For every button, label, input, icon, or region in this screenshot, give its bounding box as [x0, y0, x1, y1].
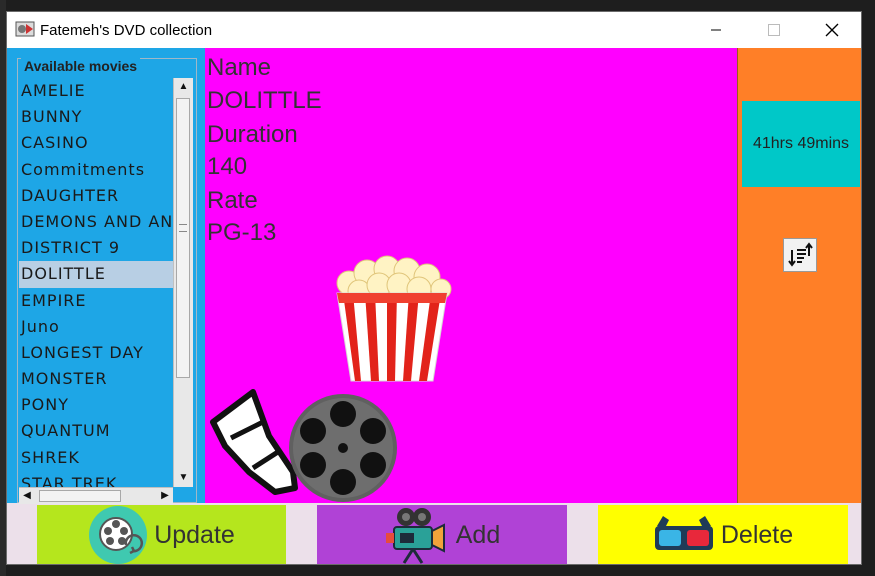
minimize-icon	[711, 29, 721, 31]
sort-icon	[788, 242, 813, 267]
list-item[interactable]: CASINO	[19, 130, 173, 156]
film-reel-refresh-icon	[89, 506, 148, 564]
list-item[interactable]: SHREK	[19, 445, 173, 471]
vertical-scrollbar[interactable]: ▲ ▼	[173, 78, 193, 487]
list-item[interactable]: DISTRICT 9	[19, 235, 173, 261]
total-duration-box: 41hrs 49mins	[742, 101, 860, 187]
list-item[interactable]: AMELIE	[19, 78, 173, 104]
list-item[interactable]: DEMONS AND ANG	[19, 209, 173, 235]
scroll-up-icon[interactable]: ▲	[174, 78, 193, 96]
duration-value: 140	[207, 153, 248, 180]
add-label: Add	[455, 520, 501, 549]
movie-list-panel: Available movies AMELIE BUNNY CASINO Commit…	[7, 48, 205, 504]
list-item[interactable]: Commitments	[19, 157, 173, 183]
list-item[interactable]: STAR TREK	[19, 471, 173, 487]
delete-button[interactable]: Delete	[598, 505, 848, 564]
list-item[interactable]: BUNNY	[19, 104, 173, 130]
total-duration-text: 41hrs 49mins	[752, 135, 850, 152]
content-area: Available movies AMELIE BUNNY CASINO Commit…	[7, 48, 861, 564]
close-icon	[825, 23, 839, 37]
name-value: DOLITTLE	[207, 87, 322, 114]
update-button[interactable]: Update	[37, 505, 286, 564]
scroll-left-icon[interactable]: ◀	[19, 488, 35, 504]
add-button[interactable]: Add	[317, 505, 567, 564]
scroll-down-icon[interactable]: ▼	[174, 469, 193, 487]
name-label: Name	[207, 54, 272, 81]
film-reel-icon	[210, 389, 397, 502]
title-bar[interactable]: Fatemeh's DVD collection	[7, 12, 861, 48]
list-item[interactable]: Juno	[19, 314, 173, 340]
list-item[interactable]: DOLITTLE	[19, 261, 173, 288]
window-title: Fatemeh's DVD collection	[40, 22, 213, 39]
list-item[interactable]: MONSTER	[19, 366, 173, 392]
update-label: Update	[154, 520, 235, 549]
scroll-right-icon[interactable]: ▶	[157, 488, 173, 504]
list-item[interactable]: PONY	[19, 392, 173, 418]
list-item[interactable]: DAUGHTER	[19, 183, 173, 209]
list-item[interactable]: QUANTUM	[19, 418, 173, 444]
vertical-scroll-thumb[interactable]	[176, 98, 190, 378]
minimize-button[interactable]	[687, 12, 745, 48]
popcorn-icon	[336, 255, 452, 382]
duration-label: Duration	[207, 121, 298, 148]
dvd-app-icon	[15, 21, 35, 37]
horizontal-scrollbar[interactable]: ◀ ▶	[19, 487, 173, 504]
maximize-icon	[768, 24, 780, 36]
list-item[interactable]: EMPIRE	[19, 288, 173, 314]
maximize-button[interactable]	[745, 12, 803, 48]
delete-label: Delete	[720, 520, 794, 549]
rate-label: Rate	[207, 187, 258, 214]
list-caption: Available movies	[21, 58, 141, 74]
movie-camera-icon	[385, 508, 445, 564]
rate-value: PG-13	[207, 219, 277, 246]
movie-list[interactable]: AMELIE BUNNY CASINO Commitments DAUGHTER DEMO…	[19, 78, 173, 487]
app-window: Fatemeh's DVD collection Available movie…	[6, 11, 862, 565]
sort-button[interactable]	[783, 238, 817, 272]
list-item[interactable]: LONGEST DAY	[19, 340, 173, 366]
close-button[interactable]	[803, 12, 861, 48]
horizontal-scroll-thumb[interactable]	[39, 490, 121, 502]
movie-details-panel: Name DOLITTLE Duration 140 Rate PG-13	[205, 48, 737, 503]
3d-glasses-icon	[654, 516, 713, 550]
summary-panel: 41hrs 49mins	[737, 48, 861, 503]
